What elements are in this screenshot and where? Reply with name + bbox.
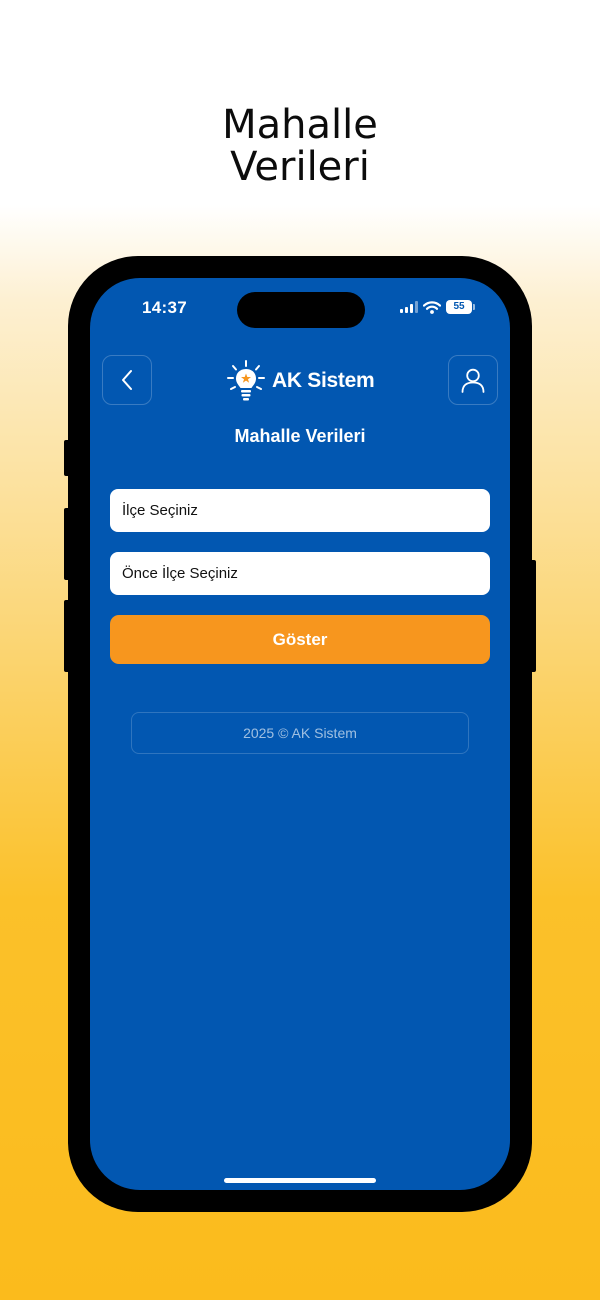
promo-title-line1: Mahalle <box>222 102 378 148</box>
status-icons: 55 <box>400 300 475 314</box>
promo-title: Mahalle Verileri <box>0 104 600 188</box>
page-title: Mahalle Verileri <box>234 426 366 446</box>
brand-logo: AK Sistem <box>226 358 375 404</box>
district-select[interactable]: İlçe Seçiniz <box>110 489 490 532</box>
cellular-signal-icon <box>400 301 418 313</box>
dynamic-island <box>237 292 365 328</box>
wifi-icon <box>423 300 441 314</box>
battery-icon: 55 <box>446 300 475 314</box>
home-indicator[interactable] <box>224 1178 376 1183</box>
back-button[interactable] <box>102 355 152 405</box>
brand-name: AK Sistem <box>272 369 375 392</box>
neighborhood-select[interactable]: Önce İlçe Seçiniz <box>110 552 490 595</box>
chevron-left-icon <box>122 370 132 390</box>
status-time: 14:37 <box>142 298 187 317</box>
lightbulb-icon <box>227 360 265 401</box>
district-select-value: İlçe Seçiniz <box>122 502 198 519</box>
footer-copyright: 2025 © AK Sistem <box>131 712 469 754</box>
profile-button[interactable] <box>448 355 498 405</box>
app-screen: 14:37 55 AK Sistem Mahalle Verileri İlçe… <box>90 278 510 1190</box>
show-button[interactable]: Göster <box>110 615 490 664</box>
user-icon <box>461 368 485 393</box>
neighborhood-select-value: Önce İlçe Seçiniz <box>122 565 238 582</box>
promo-title-line2: Verileri <box>230 144 370 190</box>
